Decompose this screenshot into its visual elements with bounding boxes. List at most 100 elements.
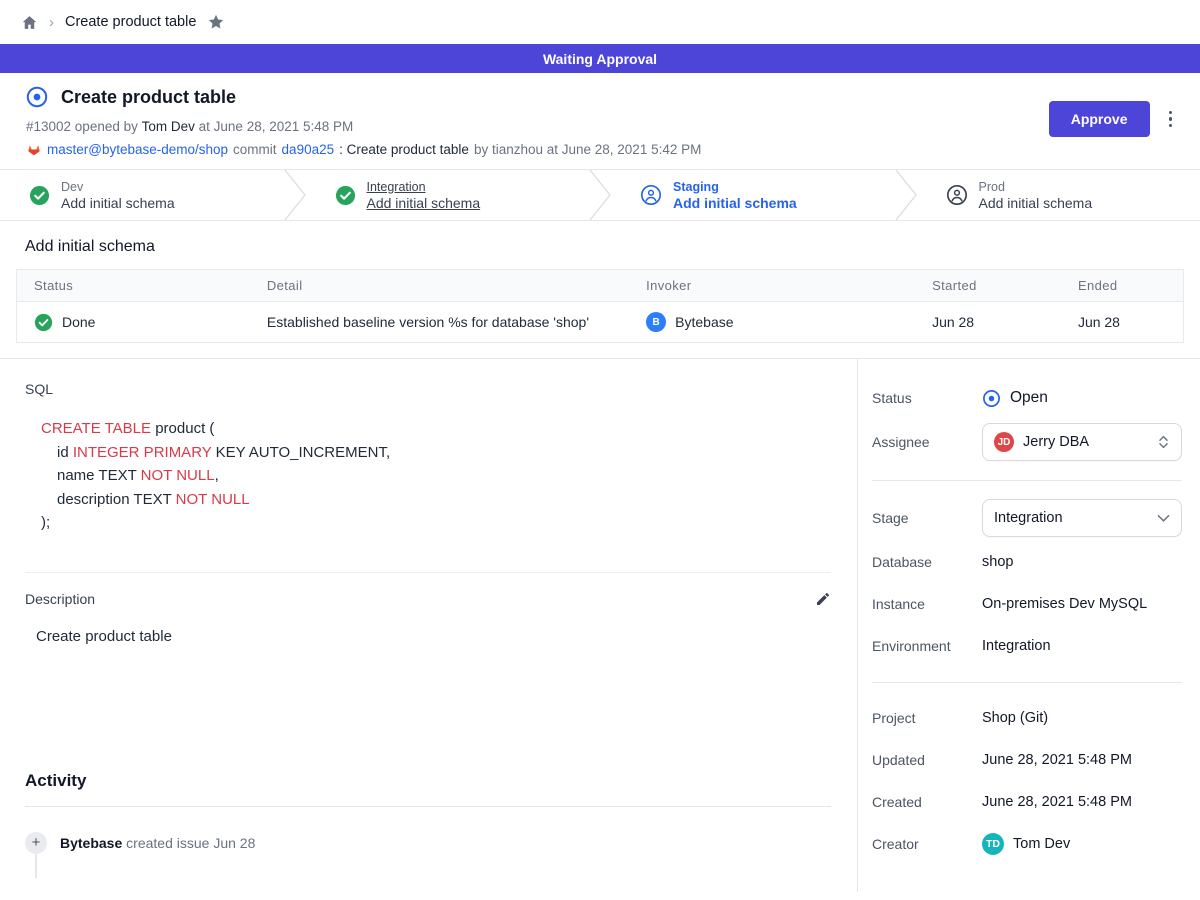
environment-label: Environment	[872, 638, 982, 654]
updated-value: June 28, 2021 5:48 PM	[982, 752, 1132, 768]
banner-text: Waiting Approval	[543, 51, 657, 67]
status-value: Open	[1010, 389, 1048, 407]
sql-label: SQL	[25, 381, 831, 397]
stage-row: Stage Integration	[872, 495, 1182, 541]
col-started: Started	[915, 270, 1061, 302]
stage-task-label[interactable]: Add initial schema	[367, 195, 481, 211]
col-invoker: Invoker	[629, 270, 915, 302]
description-text[interactable]: Create product table	[36, 628, 831, 645]
col-ended: Ended	[1061, 270, 1184, 302]
check-circle-icon	[335, 185, 356, 206]
divider	[872, 682, 1182, 683]
created-label: Created	[872, 794, 982, 810]
repo-link[interactable]: master@bytebase-demo/shop	[47, 142, 228, 157]
stage-separator	[589, 170, 611, 220]
creator-avatar: TD	[982, 833, 1004, 855]
assignee-select[interactable]: JD Jerry DBA	[982, 423, 1182, 461]
assignee-row: Assignee JD Jerry DBA	[872, 419, 1182, 465]
col-status: Status	[17, 270, 250, 302]
activity-title: Activity	[25, 771, 831, 791]
creator-label: Creator	[872, 836, 982, 852]
home-icon[interactable]	[21, 14, 38, 31]
stage-label: Stage	[872, 510, 982, 526]
stage-env-label[interactable]: Integration	[367, 180, 481, 194]
check-circle-icon	[34, 313, 53, 332]
sql-code-block: CREATE TABLE product (id INTEGER PRIMARY…	[25, 417, 831, 535]
project-row: Project Shop (Git)	[872, 697, 1182, 739]
instance-label: Instance	[872, 596, 982, 612]
stage-staging[interactable]: Staging Add initial schema	[611, 170, 895, 220]
divider	[872, 480, 1182, 481]
instance-value: On-premises Dev MySQL	[982, 596, 1147, 612]
updated-row: Updated June 28, 2021 5:48 PM	[872, 739, 1182, 781]
activity-author: Bytebase	[60, 835, 122, 851]
issue-author: Tom Dev	[142, 119, 195, 134]
task-section-title: Add initial schema	[25, 238, 1184, 256]
stage-select[interactable]: Integration	[982, 499, 1182, 537]
timeline-connector	[35, 854, 37, 878]
task-invoker: Bytebase	[675, 314, 733, 330]
col-detail: Detail	[250, 270, 629, 302]
task-table: Status Detail Invoker Started Ended Done…	[16, 269, 1184, 343]
creator-row: Creator TD Tom Dev	[872, 823, 1182, 865]
task-started: Jun 28	[915, 302, 1061, 343]
radio-open-icon	[982, 389, 1001, 408]
stage-dev[interactable]: Dev Add initial schema	[0, 170, 284, 220]
issue-opened-time: at June 28, 2021 5:48 PM	[199, 119, 354, 134]
pipeline-stage-bar: Dev Add initial schema Integration Add i…	[0, 169, 1200, 221]
description-label: Description	[25, 591, 95, 607]
database-row: Database shop	[872, 541, 1182, 583]
page-title: Create product table	[61, 87, 236, 108]
environment-value: Integration	[982, 638, 1051, 654]
kebab-menu-icon[interactable]	[1163, 107, 1179, 132]
stage-separator	[284, 170, 306, 220]
database-label: Database	[872, 554, 982, 570]
chevron-updown-icon	[1157, 434, 1170, 450]
task-section: Add initial schema Status Detail Invoker…	[0, 221, 1200, 358]
star-icon[interactable]	[207, 13, 225, 31]
gitlab-icon	[26, 142, 42, 157]
divider	[25, 572, 831, 573]
breadcrumb-title[interactable]: Create product table	[65, 14, 196, 30]
environment-row: Environment Integration	[872, 625, 1182, 667]
commit-word: commit	[233, 142, 277, 157]
database-value: shop	[982, 554, 1013, 570]
approve-button[interactable]: Approve	[1049, 101, 1150, 137]
created-value: June 28, 2021 5:48 PM	[982, 794, 1132, 810]
assignee-value: Jerry DBA	[1023, 434, 1089, 450]
issue-id-text: #13002 opened by	[26, 119, 138, 134]
stage-separator	[895, 170, 917, 220]
check-circle-icon	[29, 185, 50, 206]
creator-value: Tom Dev	[1013, 836, 1070, 852]
stage-env-label: Dev	[61, 180, 175, 194]
created-row: Created June 28, 2021 5:48 PM	[872, 781, 1182, 823]
invoker-avatar: B	[646, 312, 666, 332]
stage-prod[interactable]: Prod Add initial schema	[917, 170, 1200, 220]
plus-circle-icon: +	[25, 832, 47, 854]
list-item: + Bytebase created issue Jun 28	[25, 832, 831, 854]
person-circle-icon	[640, 184, 662, 206]
waiting-approval-banner: Waiting Approval	[0, 44, 1200, 73]
stage-integration[interactable]: Integration Add initial schema	[306, 170, 590, 220]
main-column: SQL CREATE TABLE product (id INTEGER PRI…	[0, 359, 858, 892]
issue-meta: #13002 opened by Tom Dev at June 28, 202…	[26, 119, 1174, 134]
activity-section: Activity + Bytebase created issue Jun 28	[25, 771, 831, 878]
pencil-icon[interactable]	[815, 591, 831, 607]
task-detail: Established baseline version %s for data…	[250, 302, 629, 343]
stage-value: Integration	[994, 510, 1063, 526]
commit-row: master@bytebase-demo/shop commit da90a25…	[26, 142, 1174, 157]
issue-open-icon	[26, 86, 48, 108]
task-ended: Jun 28	[1061, 302, 1184, 343]
instance-row: Instance On-premises Dev MySQL	[872, 583, 1182, 625]
project-value[interactable]: Shop (Git)	[982, 710, 1048, 726]
commit-author-time: by tianzhou at June 28, 2021 5:42 PM	[474, 142, 701, 157]
divider	[25, 806, 831, 807]
stage-task-label: Add initial schema	[979, 195, 1093, 211]
stage-task-label: Add initial schema	[673, 195, 797, 211]
breadcrumb: › Create product table	[0, 0, 1200, 44]
updated-label: Updated	[872, 752, 982, 768]
stage-env-label: Staging	[673, 180, 797, 194]
issue-sidebar: Status Open Assignee JD Jerry DBA	[858, 359, 1200, 892]
commit-hash-link[interactable]: da90a25	[282, 142, 335, 157]
chevron-down-icon	[1157, 514, 1170, 523]
